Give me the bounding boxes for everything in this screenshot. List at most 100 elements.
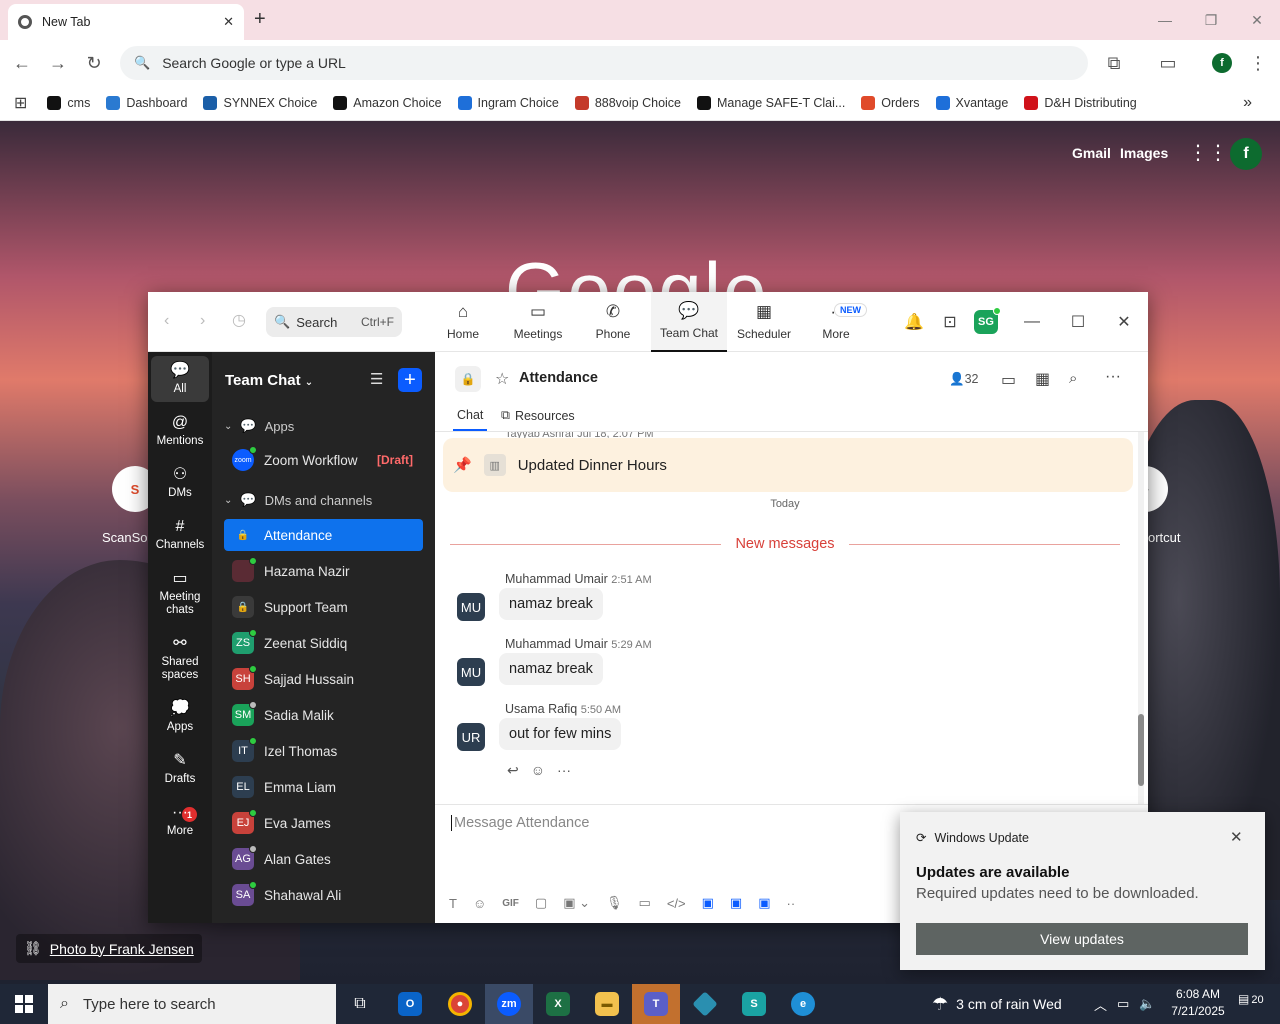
rail-meeting-chats[interactable]: ▭ Meeting chats <box>151 564 209 623</box>
rail-drafts[interactable]: ✎ Drafts <box>151 746 209 792</box>
bookmark-item[interactable]: cms <box>41 89 96 117</box>
format-text-icon[interactable]: T <box>449 896 457 911</box>
zoom-search[interactable]: 🔍 Search Ctrl+F <box>266 307 402 337</box>
sidebar-item-zoom-workflow[interactable]: zoom Zoom Workflow [Draft] <box>224 444 423 476</box>
reload-icon[interactable]: ↻ <box>76 45 112 81</box>
photo-credit-link[interactable]: Photo by Frank Jensen <box>50 941 194 957</box>
app-icon[interactable]: ▣ <box>702 895 714 911</box>
notification-center-icon[interactable]: ▤ 20 <box>1238 992 1264 1006</box>
outlook-icon[interactable]: O <box>386 984 434 1024</box>
weather-widget[interactable]: ☂ 3 cm of rain Wed <box>932 984 1062 1024</box>
calendar-icon[interactable]: ▦ <box>1035 369 1050 389</box>
apps-grid-icon[interactable]: ⊞ <box>14 93 27 113</box>
task-view-icon[interactable]: ⧉ <box>336 984 384 1024</box>
tab-scheduler[interactable]: ▦ Scheduler <box>726 292 802 352</box>
bookmark-item[interactable]: Amazon Choice <box>327 89 447 117</box>
rail-more[interactable]: ··· More <box>151 798 209 844</box>
section-apps[interactable]: ⌄ 💬 Apps <box>224 418 294 434</box>
view-updates-button[interactable]: View updates <box>916 923 1248 955</box>
app-s-icon[interactable]: S <box>730 984 778 1024</box>
omnibox[interactable]: 🔍 Search Google or type a URL <box>120 46 1088 80</box>
images-link[interactable]: Images <box>1120 145 1168 161</box>
forward-icon[interactable]: → <box>40 45 76 81</box>
gif-button[interactable]: GIF <box>502 898 519 909</box>
gift-icon[interactable]: ⊡ <box>938 310 962 334</box>
photo-credit[interactable]: ⛓ Photo by Frank Jensen <box>16 934 202 963</box>
gmail-link[interactable]: Gmail <box>1072 145 1111 161</box>
back-icon[interactable]: ← <box>4 45 40 81</box>
new-tab-icon[interactable]: + <box>254 8 266 31</box>
sidebar-item[interactable]: EJ Eva James <box>224 807 423 839</box>
menu-icon[interactable]: ⋮ <box>1240 45 1276 81</box>
reply-icon[interactable]: ↩ <box>507 762 519 779</box>
extensions-icon[interactable]: ⧉ <box>1096 45 1132 81</box>
tab-new-tab[interactable]: New Tab ✕ <box>8 4 244 40</box>
emoji-icon[interactable]: ☺ <box>531 762 545 779</box>
tab-resources[interactable]: ⧉ Resources <box>501 408 575 423</box>
clock[interactable]: 6:08 AM 7/21/2025 <box>1166 986 1230 1020</box>
more-dots-icon[interactable]: ·· <box>787 896 796 911</box>
app-icon[interactable]: ▣ <box>758 895 770 911</box>
sidebar-item[interactable]: SM Sadia Malik <box>224 699 423 731</box>
bookmarks-overflow-icon[interactable]: » <box>1243 94 1252 112</box>
screenshot-icon[interactable]: ▣ ⌄ <box>563 895 590 911</box>
google-apps-icon[interactable]: ⋮⋮ <box>1188 140 1228 165</box>
rail-all[interactable]: 💬 All <box>151 356 209 402</box>
zoom-minimize-icon[interactable]: — <box>1020 310 1044 334</box>
rail-channels[interactable]: # Channels <box>151 512 209 558</box>
tab-chat[interactable]: Chat <box>457 408 483 422</box>
tab-home[interactable]: ⌂ Home <box>425 292 501 352</box>
chevron-up-icon[interactable]: ︿ <box>1094 995 1107 1014</box>
windows-start-icon[interactable] <box>0 984 48 1024</box>
sidebar-item[interactable]: 🔒 Support Team <box>224 591 423 623</box>
video-message-icon[interactable]: ▭ <box>639 895 651 911</box>
bookmark-item[interactable]: Xvantage <box>930 89 1015 117</box>
video-call-icon[interactable]: ▭ <box>1001 370 1016 390</box>
bookmark-item[interactable]: Manage SAFE-T Clai... <box>691 89 851 117</box>
bell-icon[interactable]: 🔔 <box>902 310 926 334</box>
message-bubble[interactable]: out for few mins <box>499 718 622 750</box>
star-icon[interactable]: ☆ <box>495 369 509 389</box>
history-icon[interactable]: ◷ <box>232 310 246 330</box>
zoom-close-icon[interactable]: ✕ <box>1112 310 1136 334</box>
app-diamond-icon[interactable] <box>681 984 729 1024</box>
edge-icon[interactable]: e <box>779 984 827 1024</box>
tab-meetings[interactable]: ▭ Meetings <box>500 292 576 352</box>
close-tab-icon[interactable]: ✕ <box>223 14 234 30</box>
sidebar-item[interactable]: EL Emma Liam <box>224 771 423 803</box>
restore-icon[interactable]: ❐ <box>1188 0 1234 40</box>
bookmark-item[interactable]: Ingram Choice <box>452 89 565 117</box>
sidebar-item[interactable]: IT Izel Thomas <box>224 735 423 767</box>
sidebar-item[interactable]: AG Alan Gates <box>224 843 423 875</box>
chrome-icon[interactable]: ● <box>436 984 484 1024</box>
bookmark-item[interactable]: 888voip Choice <box>569 89 687 117</box>
sidebar-item[interactable]: SA Shahawal Ali <box>224 879 423 911</box>
zoom-taskbar-icon[interactable]: zm <box>485 984 533 1024</box>
more-dots-icon[interactable]: ··· <box>557 762 571 779</box>
microphone-icon[interactable]: 🎙 <box>606 895 623 911</box>
channel-title[interactable]: Attendance <box>519 370 598 386</box>
member-count[interactable]: 👤32 <box>949 372 978 387</box>
minimize-icon[interactable]: — <box>1142 0 1188 40</box>
tab-more[interactable]: ··More <box>798 292 874 352</box>
more-options-icon[interactable]: ··· <box>1105 368 1121 386</box>
taskbar-search[interactable]: ⌕ Type here to search <box>48 984 336 1024</box>
volume-icon[interactable]: 🔈 <box>1139 996 1155 1012</box>
sidebar-item[interactable]: Hazama Nazir <box>224 555 423 587</box>
message-author[interactable]: Usama Rafiq <box>505 702 577 716</box>
excel-icon[interactable]: X <box>534 984 582 1024</box>
message-bubble[interactable]: namaz break <box>499 588 603 620</box>
section-dms-channels[interactable]: ⌄ 💬 DMs and channels <box>224 492 372 508</box>
profile-avatar[interactable]: f <box>1212 53 1232 73</box>
close-window-icon[interactable]: ✕ <box>1234 0 1280 40</box>
message-bubble[interactable]: namaz break <box>499 653 603 685</box>
network-icon[interactable]: ▭ <box>1117 996 1129 1012</box>
avatar[interactable]: UR <box>457 723 485 751</box>
bookmark-item[interactable]: D&H Distributing <box>1018 89 1142 117</box>
bookmark-item[interactable]: Orders <box>855 89 925 117</box>
sidebar-title[interactable]: Team Chat ⌄ <box>225 372 313 389</box>
zoom-forward-icon[interactable]: › <box>200 312 205 330</box>
bookmark-item[interactable]: Dashboard <box>100 89 193 117</box>
file-explorer-icon[interactable]: ▬ <box>583 984 631 1024</box>
sidebar-item[interactable]: 🔒 Attendance <box>224 519 423 551</box>
